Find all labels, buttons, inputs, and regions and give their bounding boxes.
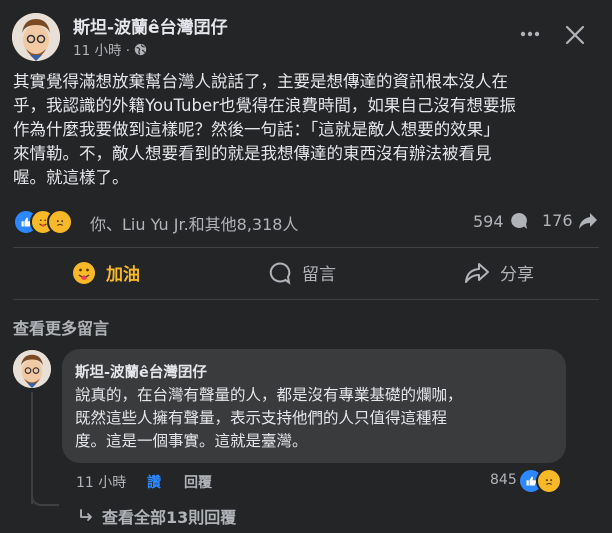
like-action-label: 加油 bbox=[106, 265, 140, 285]
divider-bottom bbox=[13, 299, 599, 300]
comment-count-text: 594 bbox=[473, 211, 504, 231]
care-emoji-icon bbox=[72, 261, 96, 285]
reply-thread-line bbox=[31, 392, 33, 504]
more-options-icon[interactable] bbox=[518, 22, 542, 46]
view-all-replies-link[interactable]: 查看全部13則回覆 bbox=[78, 504, 236, 528]
comment-icon bbox=[268, 261, 292, 285]
post-body-text: 其實覺得滿想放棄幫台灣人說話了，主要是想傳達的資訊根本沒人在 乎，我認識的外籍Y… bbox=[13, 72, 516, 187]
commenter-avatar[interactable] bbox=[13, 350, 51, 388]
author-avatar[interactable] bbox=[12, 13, 60, 61]
comment-action-label: 留言 bbox=[302, 265, 336, 285]
comment-author-name[interactable]: 斯坦-波蘭ê台灣囝仔 bbox=[75, 361, 207, 382]
reply-thread-curve bbox=[31, 490, 59, 506]
sad-reaction-icon bbox=[47, 209, 73, 235]
post-time-text: 11 小時 · bbox=[73, 43, 131, 59]
post-author-name[interactable]: 斯坦-波蘭ê台灣囝仔 bbox=[73, 13, 228, 38]
comment-reaction-icons[interactable] bbox=[518, 468, 564, 494]
comment-bubble: 斯坦-波蘭ê台灣囝仔 說真的，在台灣有聲量的人，都是沒有專業基礎的爛咖， 既然這… bbox=[62, 349, 566, 463]
share-action-label: 分享 bbox=[500, 265, 534, 285]
globe-icon bbox=[134, 43, 147, 56]
close-icon[interactable] bbox=[562, 22, 588, 48]
view-more-comments-link[interactable]: 查看更多留言 bbox=[13, 315, 109, 339]
share-arrow-icon bbox=[578, 212, 598, 230]
post-timestamp[interactable]: 11 小時 · bbox=[73, 39, 147, 59]
view-all-replies-text: 查看全部13則回覆 bbox=[102, 508, 237, 527]
like-action-button[interactable]: 加油 bbox=[72, 260, 140, 285]
comment-reaction-count[interactable]: 845 bbox=[490, 472, 517, 488]
share-count-text: 176 bbox=[542, 211, 573, 230]
comment-time[interactable]: 11 小時 bbox=[76, 472, 126, 492]
comment-body-text: 說真的，在台灣有聲量的人，都是沒有專業基礎的爛咖， 既然這些人擁有聲量，表示支持… bbox=[75, 386, 463, 450]
comment-action-button[interactable]: 留言 bbox=[268, 260, 336, 285]
share-icon bbox=[464, 262, 490, 284]
comment-bubble-icon bbox=[509, 211, 529, 231]
comment-sad-reaction-icon bbox=[536, 468, 562, 494]
comment-reply-button[interactable]: 回覆 bbox=[184, 472, 212, 492]
reactions-summary[interactable]: 你、Liu Yu Jr.和其他8,318人 bbox=[90, 211, 298, 235]
divider-top bbox=[13, 247, 599, 248]
comment-count[interactable]: 594 bbox=[473, 211, 529, 231]
reaction-icons[interactable] bbox=[13, 209, 79, 235]
reply-arrow-icon bbox=[78, 508, 94, 524]
share-action-button[interactable]: 分享 bbox=[464, 260, 534, 285]
comment-like-button[interactable]: 讚 bbox=[147, 472, 161, 492]
share-count[interactable]: 176 bbox=[542, 211, 598, 230]
